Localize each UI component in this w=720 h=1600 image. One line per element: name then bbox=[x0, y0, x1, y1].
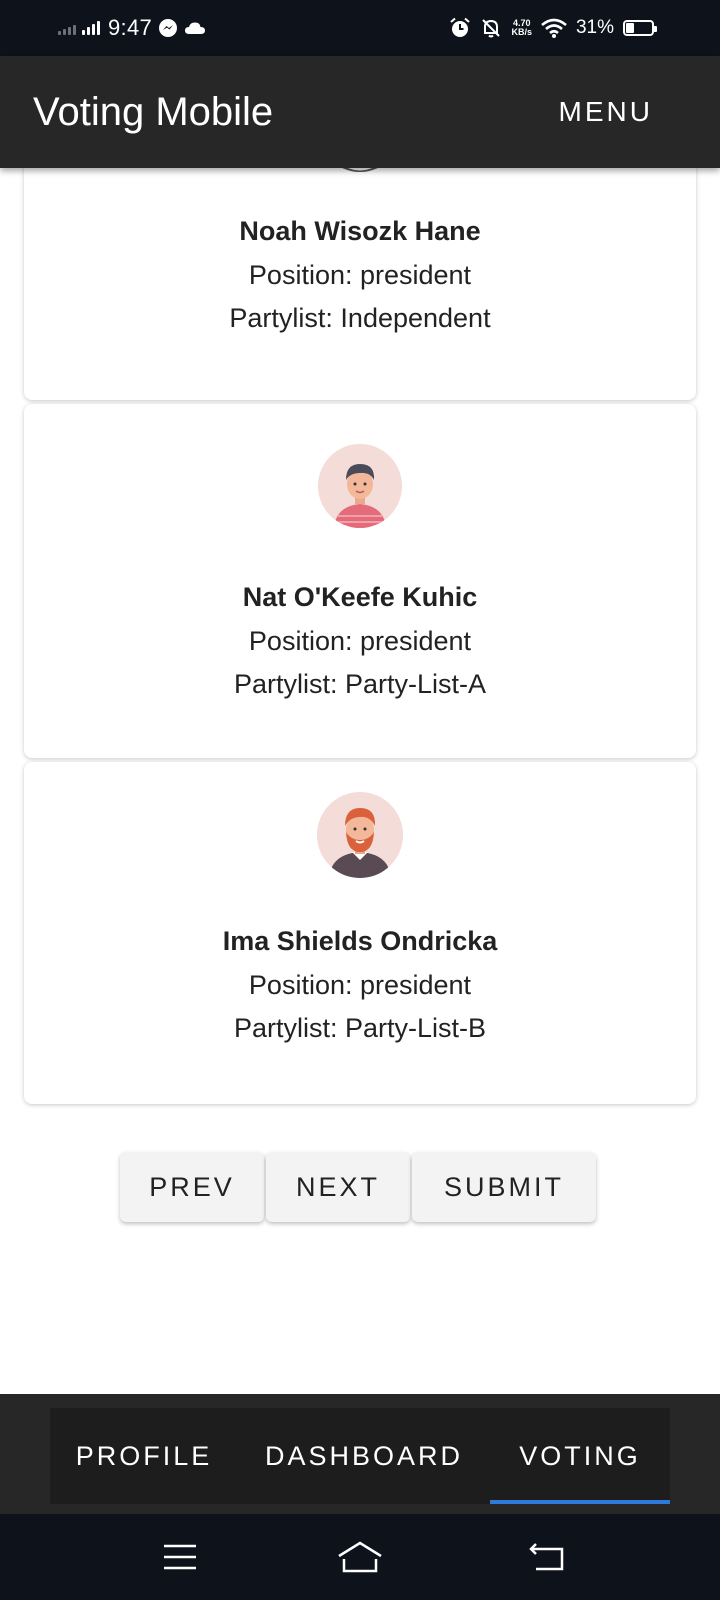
signal-weak-icon bbox=[58, 21, 76, 35]
bottom-nav: PROFILE DASHBOARD VOTING bbox=[0, 1394, 720, 1514]
net-speed: 4.70 KB/s bbox=[511, 18, 532, 37]
status-bar: 9:47 4.70 KB/s 31% bbox=[0, 0, 720, 56]
candidate-partylist: Partylist: Party-List-A bbox=[233, 669, 487, 699]
candidate-card[interactable]: Noah Wisozk Hane Position: president Par… bbox=[24, 168, 696, 400]
next-button[interactable]: NEXT bbox=[266, 1152, 410, 1222]
candidate-card[interactable]: Nat O'Keefe Kuhic Position: president Pa… bbox=[24, 404, 696, 758]
wifi-icon bbox=[541, 18, 567, 38]
tab-voting[interactable]: VOTING bbox=[490, 1408, 670, 1504]
tab-dashboard[interactable]: DASHBOARD bbox=[238, 1408, 490, 1504]
app-title: Voting Mobile bbox=[33, 90, 274, 134]
menu-button[interactable]: MENU bbox=[559, 56, 653, 168]
candidate-name: Ima Shields Ondricka bbox=[222, 926, 498, 956]
candidate-avatar bbox=[317, 792, 403, 878]
candidate-card[interactable]: Ima Shields Ondricka Position: president… bbox=[24, 762, 696, 1104]
submit-button[interactable]: SUBMIT bbox=[412, 1152, 596, 1222]
candidate-avatar bbox=[318, 168, 402, 172]
back-icon[interactable] bbox=[528, 1540, 568, 1574]
candidate-position: Position: president bbox=[248, 260, 472, 290]
recent-apps-icon[interactable] bbox=[160, 1540, 200, 1574]
alarm-icon bbox=[450, 17, 471, 37]
app-bar: Voting Mobile MENU bbox=[0, 56, 720, 168]
candidate-avatar bbox=[318, 444, 402, 528]
candidate-partylist: Partylist: Party-List-B bbox=[233, 1013, 487, 1043]
messenger-icon bbox=[159, 19, 178, 37]
mute-icon bbox=[482, 19, 501, 38]
candidate-name: Noah Wisozk Hane bbox=[239, 216, 481, 246]
status-time: 9:47 bbox=[108, 15, 153, 40]
tab-profile[interactable]: PROFILE bbox=[50, 1408, 238, 1504]
system-nav-bar bbox=[0, 1514, 720, 1600]
ballot-actions: PREV NEXT SUBMIT bbox=[120, 1152, 596, 1222]
candidate-position: Position: president bbox=[248, 970, 472, 1000]
cloud-icon bbox=[185, 22, 206, 34]
signal-icon bbox=[82, 21, 100, 35]
home-icon[interactable] bbox=[336, 1540, 384, 1574]
candidate-name: Nat O'Keefe Kuhic bbox=[242, 582, 478, 612]
candidate-position: Position: president bbox=[248, 626, 472, 656]
candidate-partylist: Partylist: Independent bbox=[229, 303, 491, 333]
prev-button[interactable]: PREV bbox=[120, 1152, 264, 1222]
battery-icon bbox=[623, 20, 657, 36]
candidate-list[interactable]: Noah Wisozk Hane Position: president Par… bbox=[0, 168, 720, 1394]
battery-percent: 31% bbox=[575, 17, 614, 38]
